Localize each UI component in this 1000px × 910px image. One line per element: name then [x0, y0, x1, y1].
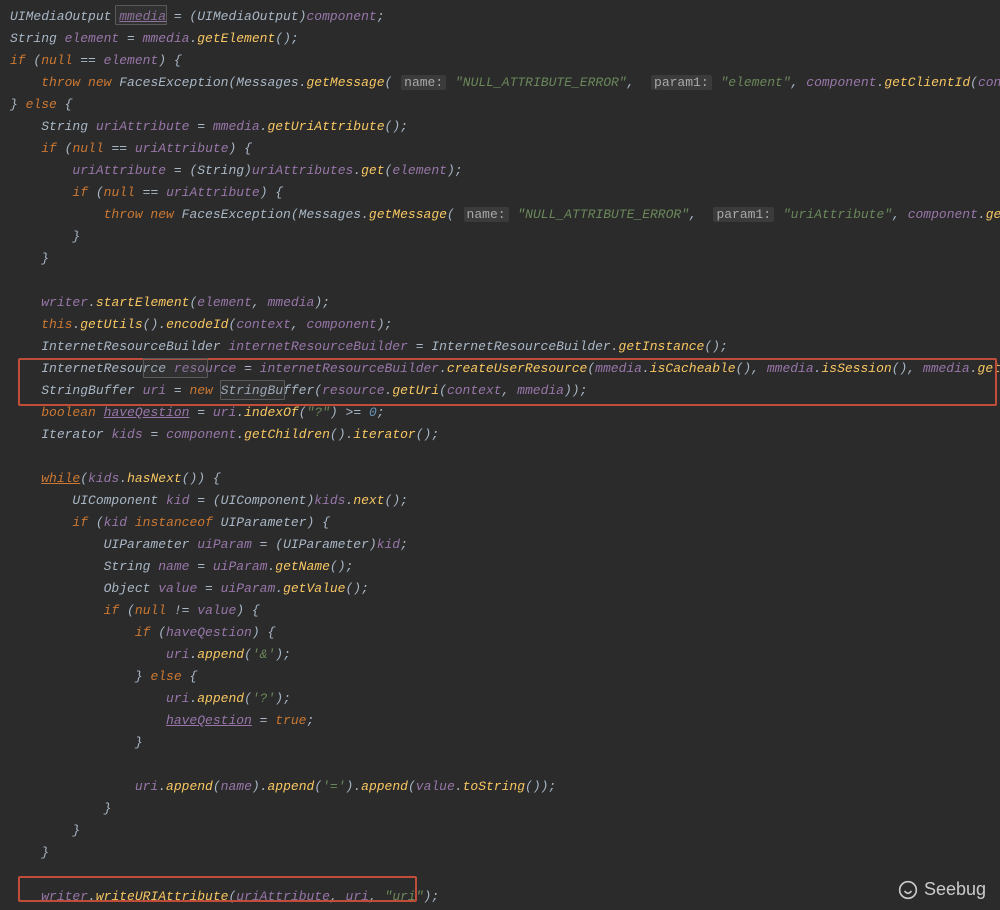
code-line: }	[10, 251, 49, 266]
hint-name: name:	[464, 207, 509, 222]
code-line: uri.append('?');	[10, 691, 291, 706]
code-line	[10, 867, 18, 882]
code-line: }	[10, 823, 80, 838]
code-editor[interactable]: UIMediaOutput mmedia = (UIMediaOutput)co…	[0, 0, 1000, 910]
code-line: if (kid instanceof UIParameter) {	[10, 515, 330, 530]
code-line: InternetResource resource = internetReso…	[10, 361, 1000, 376]
code-line: }	[10, 735, 143, 750]
code-line: Iterator kids = component.getChildren().…	[10, 427, 439, 442]
code-line: UIComponent kid = (UIComponent)kids.next…	[10, 493, 408, 508]
code-line: }	[10, 845, 49, 860]
code-line: while(kids.hasNext()) {	[10, 471, 221, 486]
code-line: StringBuffer uri = new StringBuffer(reso…	[10, 383, 587, 398]
code-line: String uriAttribute = mmedia.getUriAttri…	[10, 119, 408, 134]
code-line: if (null == uriAttribute) {	[10, 141, 252, 156]
code-line: uri.append(name).append('=').append(valu…	[10, 779, 556, 794]
code-line: } else {	[10, 97, 72, 112]
code-line: UIParameter uiParam = (UIParameter)kid;	[10, 537, 408, 552]
code-line: }	[10, 801, 111, 816]
code-line	[10, 449, 18, 464]
code-line: String name = uiParam.getName();	[10, 559, 353, 574]
code-line: String element = mmedia.getElement();	[10, 31, 299, 46]
code-line	[10, 757, 18, 772]
code-line: throw new FacesException(Messages.getMes…	[10, 207, 1000, 222]
hint-param1: param1:	[651, 75, 712, 90]
code-line: Object value = uiParam.getValue();	[10, 581, 369, 596]
code-line: } else {	[10, 669, 197, 684]
code-line: this.getUtils().encodeId(context, compon…	[10, 317, 392, 332]
code-line: haveQestion = true;	[10, 713, 314, 728]
code-line: writer.startElement(element, mmedia);	[10, 295, 330, 310]
code-line: if (haveQestion) {	[10, 625, 275, 640]
code-line: uriAttribute = (String)uriAttributes.get…	[10, 163, 463, 178]
code-line: InternetResourceBuilder internetResource…	[10, 339, 728, 354]
code-line: if (null == uriAttribute) {	[10, 185, 283, 200]
code-line: if (null == element) {	[10, 53, 182, 68]
code-line: throw new FacesException(Messages.getMes…	[10, 75, 1000, 90]
hint-name: name:	[401, 75, 446, 90]
code-line: boolean haveQestion = uri.indexOf("?") >…	[10, 405, 385, 420]
code-line: uri.append('&');	[10, 647, 291, 662]
code-line: if (null != value) {	[10, 603, 260, 618]
code-line: }	[10, 229, 80, 244]
code-line: writer.writeURIAttribute(uriAttribute, u…	[10, 889, 439, 904]
code-line: UIMediaOutput mmedia = (UIMediaOutput)co…	[10, 9, 385, 24]
hint-param1: param1:	[713, 207, 774, 222]
watermark: Seebug	[898, 879, 986, 900]
bug-icon	[898, 880, 918, 900]
code-line	[10, 273, 18, 288]
